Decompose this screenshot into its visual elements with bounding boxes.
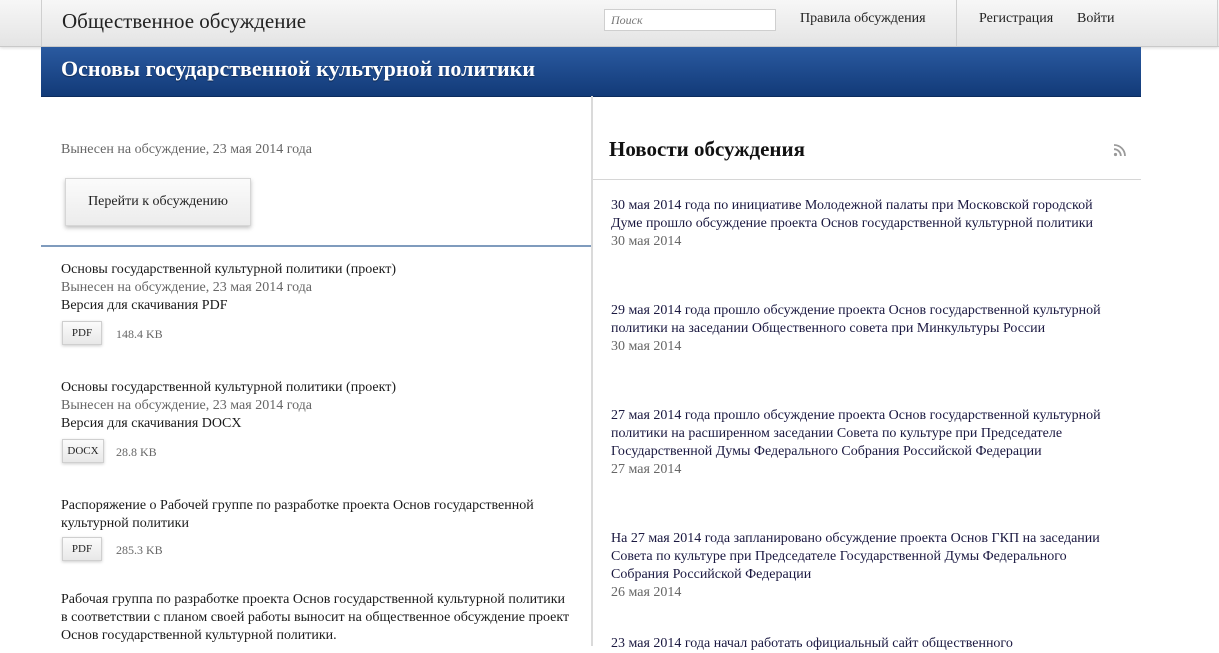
news-item: 29 мая 2014 года прошло обсуждение проек… <box>611 302 1111 356</box>
download-row: PDF 148.4 KB <box>61 321 591 349</box>
docx-download-button[interactable]: DOCX <box>62 439 104 463</box>
goto-discussion-button[interactable]: Перейти к обсуждению <box>65 178 251 226</box>
page-title: Основы государственной культурной полити… <box>61 56 535 81</box>
pdf-download-button[interactable]: PDF <box>62 321 102 345</box>
file-size: 148.4 KB <box>116 327 163 341</box>
document-item: Основы государственной культурной полити… <box>61 379 591 467</box>
file-size: 28.8 KB <box>116 445 157 459</box>
top-bar-separator <box>956 0 957 46</box>
news-link[interactable]: На 27 мая 2014 года запланировано обсужд… <box>611 530 1111 584</box>
nav-register-link[interactable]: Регистрация <box>979 11 1053 27</box>
section-divider <box>41 245 591 247</box>
news-date: 30 мая 2014 <box>611 339 682 354</box>
news-item: На 27 мая 2014 года запланировано обсужд… <box>611 530 1111 602</box>
page-banner: Основы государственной культурной полити… <box>41 47 1141 97</box>
top-bar-right-edge <box>1217 0 1218 46</box>
rss-icon[interactable] <box>1113 143 1127 157</box>
file-size: 285.3 KB <box>116 543 163 557</box>
document-title[interactable]: Распоряжение о Рабочей группе по разрабо… <box>61 497 591 533</box>
news-divider <box>593 179 1141 180</box>
news-date: 26 мая 2014 <box>611 585 682 600</box>
document-date: Вынесен на обсуждение, 23 мая 2014 года <box>61 398 313 413</box>
news-heading: Новости обсуждения <box>609 137 805 161</box>
site-title[interactable]: Общественное обсуждение <box>62 9 306 34</box>
nav-rules-link[interactable]: Правила обсуждения <box>800 11 926 27</box>
top-bar: Общественное обсуждение Правила обсужден… <box>0 0 1219 47</box>
news-item: 27 мая 2014 года прошло обсуждение проек… <box>611 407 1111 479</box>
published-date: Вынесен на обсуждение, 23 мая 2014 года <box>61 142 313 157</box>
document-version-label: Версия для скачивания DOCX <box>61 416 242 431</box>
news-item: 30 мая 2014 года по инициативе Молодежно… <box>611 197 1111 251</box>
top-bar-left-edge <box>41 0 42 46</box>
news-link[interactable]: 23 мая 2014 года начал работать официаль… <box>611 635 1111 653</box>
document-item: Распоряжение о Рабочей группе по разрабо… <box>61 497 591 565</box>
document-version-label: Версия для скачивания PDF <box>61 298 228 313</box>
pdf-download-button[interactable]: PDF <box>62 537 102 561</box>
download-row: PDF 285.3 KB <box>61 537 591 565</box>
nav-login-link[interactable]: Войти <box>1077 11 1114 27</box>
document-title[interactable]: Основы государственной культурной полити… <box>61 379 591 397</box>
news-link[interactable]: 29 мая 2014 года прошло обсуждение проек… <box>611 302 1111 338</box>
news-link[interactable]: 27 мая 2014 года прошло обсуждение проек… <box>611 407 1111 461</box>
news-link[interactable]: 30 мая 2014 года по инициативе Молодежно… <box>611 197 1111 233</box>
download-row: DOCX 28.8 KB <box>61 439 591 467</box>
document-title[interactable]: Основы государственной культурной полити… <box>61 261 591 279</box>
document-date: Вынесен на обсуждение, 23 мая 2014 года <box>61 280 313 295</box>
search-input[interactable] <box>604 9 776 31</box>
news-date: 27 мая 2014 <box>611 462 682 477</box>
news-date: 30 мая 2014 <box>611 234 682 249</box>
document-item: Основы государственной культурной полити… <box>61 261 591 349</box>
news-item: 23 мая 2014 года начал работать официаль… <box>611 635 1111 653</box>
working-group-description: Рабочая группа по разработке проекта Осн… <box>61 592 570 643</box>
